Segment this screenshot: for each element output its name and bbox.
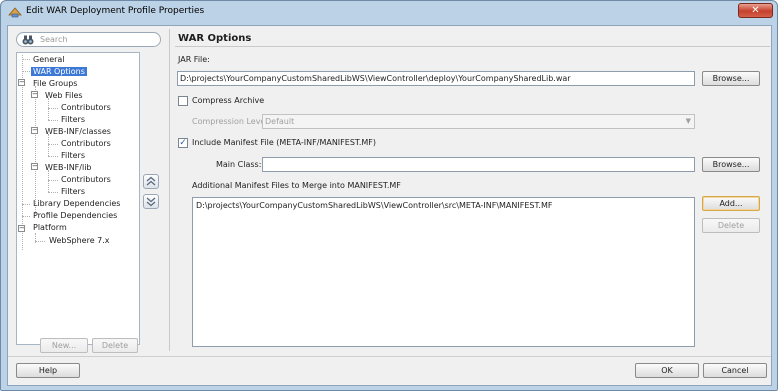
footer-separator xyxy=(8,356,771,357)
tree-connector xyxy=(22,216,30,217)
tree-item-label: Contributors xyxy=(61,139,111,148)
tree-item-label: WEB-INF/lib xyxy=(45,163,92,172)
tree-item-label: WAR Options xyxy=(31,67,87,76)
tree-item-filters[interactable]: Filters xyxy=(59,150,87,162)
move-up-button[interactable] xyxy=(143,174,159,189)
tree-item-contributors[interactable]: Contributors xyxy=(59,174,113,186)
tree-connector xyxy=(48,108,58,109)
additional-manifest-label: Additional Manifest Files to Merge into … xyxy=(192,181,401,190)
include-manifest-label: Include Manifest File (META-INF/MANIFEST… xyxy=(192,138,377,147)
tree-connector xyxy=(48,192,58,193)
include-manifest-checkbox[interactable]: ✓ xyxy=(178,138,188,148)
pane-divider[interactable] xyxy=(169,29,170,351)
expand-toggle-icon[interactable]: − xyxy=(18,225,25,232)
expand-toggle-icon[interactable]: − xyxy=(31,91,38,98)
tree-item-label: Profile Dependencies xyxy=(33,211,118,220)
compression-level-select[interactable]: Default ▼ xyxy=(262,114,695,129)
compression-level-label: Compression Level xyxy=(192,117,268,126)
tree-item-label: Contributors xyxy=(61,175,111,184)
chevron-up-icon xyxy=(146,176,156,186)
delete-manifest-button[interactable]: Delete xyxy=(702,218,760,233)
dialog-window: Edit WAR Deployment Profile Properties ✕… xyxy=(0,0,778,391)
section-separator xyxy=(175,46,770,47)
tree-item-label: General xyxy=(33,55,65,64)
tree-connector xyxy=(35,86,36,216)
main-class-label: Main Class: xyxy=(216,160,262,169)
navigation-tree[interactable]: − − − − − General WAR Options File Group… xyxy=(16,52,140,345)
jar-file-label: JAR File: xyxy=(178,55,210,64)
war-profile-icon xyxy=(8,7,22,18)
compression-level-value: Default xyxy=(265,117,295,126)
chevron-down-icon xyxy=(146,197,156,207)
tree-item-platform[interactable]: Platform xyxy=(31,222,69,234)
tree-item-web-inf-classes[interactable]: WEB-INF/classes xyxy=(43,126,113,138)
tree-connector xyxy=(48,144,58,145)
tree-connector xyxy=(35,241,45,242)
tree-item-label: Filters xyxy=(61,115,85,124)
tree-item-web-files[interactable]: Web Files xyxy=(43,90,85,102)
tree-item-contributors[interactable]: Contributors xyxy=(59,102,113,114)
tree-item-general[interactable]: General xyxy=(31,54,67,66)
tree-item-websphere[interactable]: WebSphere 7.x xyxy=(47,235,112,247)
compress-archive-checkbox[interactable] xyxy=(178,96,188,106)
search-placeholder: Search xyxy=(40,35,68,44)
tree-connector xyxy=(48,120,58,121)
tree-delete-button[interactable]: Delete xyxy=(92,338,138,353)
jar-browse-button[interactable]: Browse... xyxy=(702,71,760,86)
tree-item-label: Library Dependencies xyxy=(33,199,121,208)
jar-file-input[interactable]: D:\projects\YourCompanyCustomSharedLibWS… xyxy=(177,71,695,86)
cancel-button[interactable]: Cancel xyxy=(703,363,767,378)
expand-toggle-icon[interactable]: − xyxy=(18,79,25,86)
tree-connector xyxy=(22,204,30,205)
add-manifest-button[interactable]: Add... xyxy=(702,196,760,211)
dropdown-arrow-icon: ▼ xyxy=(685,117,691,125)
dialog-client-area: Search − − − − − General WAR Options Fil… xyxy=(7,25,772,386)
tree-item-label: Contributors xyxy=(61,103,111,112)
search-field[interactable]: Search xyxy=(16,32,161,47)
tree-item-label: Web Files xyxy=(45,91,83,100)
new-button[interactable]: New... xyxy=(40,338,88,353)
tree-connector xyxy=(22,71,30,72)
window-title: Edit WAR Deployment Profile Properties xyxy=(26,6,205,16)
expand-toggle-icon[interactable]: − xyxy=(31,127,38,134)
binoculars-icon xyxy=(22,35,34,45)
tree-item-contributors[interactable]: Contributors xyxy=(59,138,113,150)
title-bar[interactable]: Edit WAR Deployment Profile Properties ✕ xyxy=(1,1,777,23)
expand-toggle-icon[interactable]: − xyxy=(31,163,38,170)
tree-item-label: WebSphere 7.x xyxy=(49,236,110,245)
tree-item-library-dependencies[interactable]: Library Dependencies xyxy=(31,198,122,210)
tree-item-filters[interactable]: Filters xyxy=(59,186,87,198)
tree-item-filters[interactable]: Filters xyxy=(59,114,87,126)
tree-connector xyxy=(22,59,30,60)
tree-item-web-inf-lib[interactable]: WEB-INF/lib xyxy=(43,162,94,174)
tree-item-profile-dependencies[interactable]: Profile Dependencies xyxy=(31,210,119,222)
tree-connector xyxy=(48,156,58,157)
tree-item-label: Platform xyxy=(33,223,67,232)
close-button[interactable]: ✕ xyxy=(738,3,773,18)
manifest-files-list[interactable]: D:\projects\YourCompanyCustomSharedLibWS… xyxy=(192,197,695,347)
tree-item-war-options[interactable]: WAR Options xyxy=(31,66,87,78)
compress-archive-label: Compress Archive xyxy=(192,96,265,105)
tree-item-label: Filters xyxy=(61,187,85,196)
ok-button[interactable]: OK xyxy=(635,363,699,378)
tree-item-file-groups[interactable]: File Groups xyxy=(31,78,79,90)
tree-connector xyxy=(48,180,58,181)
tree-item-label: Filters xyxy=(61,151,85,160)
tree-item-label: File Groups xyxy=(33,79,78,88)
section-title: WAR Options xyxy=(178,33,252,44)
move-down-button[interactable] xyxy=(143,194,159,209)
main-class-input[interactable] xyxy=(262,157,695,172)
main-class-browse-button[interactable]: Browse... xyxy=(702,157,760,172)
help-button[interactable]: Help xyxy=(16,363,80,378)
list-item[interactable]: D:\projects\YourCompanyCustomSharedLibWS… xyxy=(196,201,552,210)
tree-item-label: WEB-INF/classes xyxy=(45,127,111,136)
